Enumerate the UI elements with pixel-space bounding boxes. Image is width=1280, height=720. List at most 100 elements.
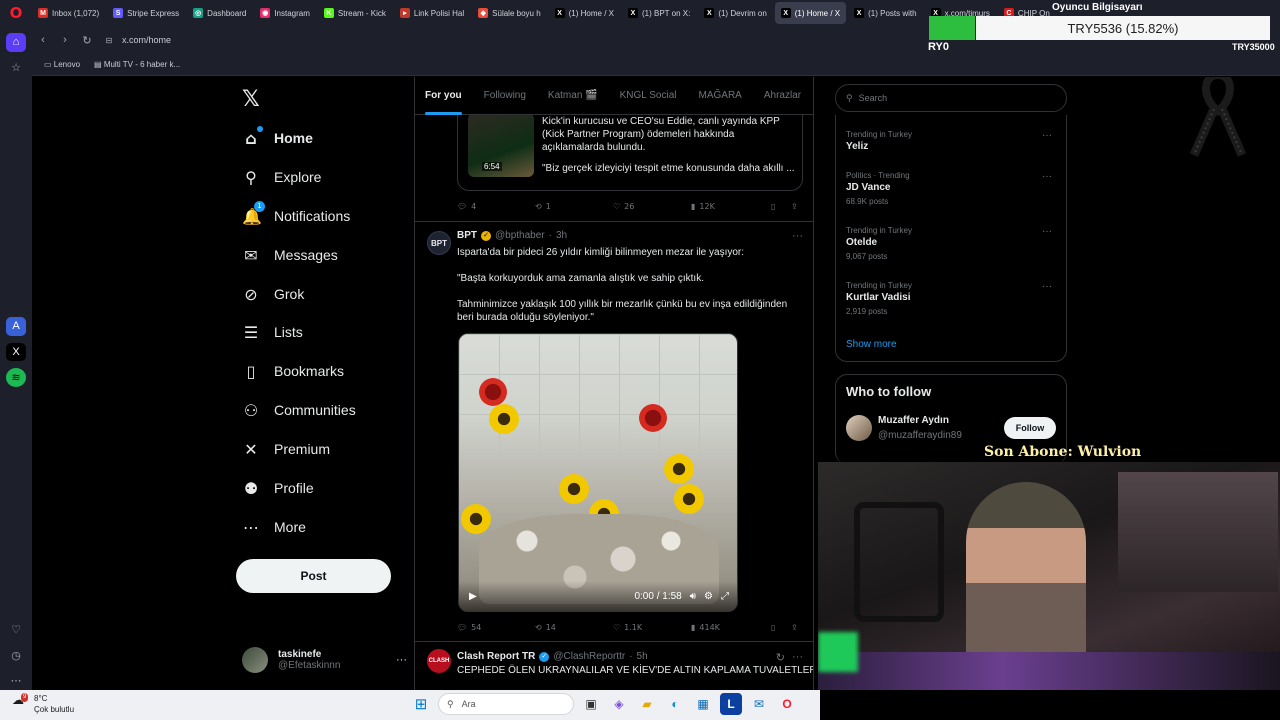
repost-button[interactable]: ⟲ 1: [535, 202, 613, 211]
follow-button[interactable]: Follow: [1004, 417, 1056, 439]
bookmark-icon[interactable]: ▯: [771, 623, 791, 632]
timeline-tab[interactable]: Ahrazlar: [764, 77, 801, 115]
edge-icon[interactable]: ◐: [664, 693, 686, 715]
aria-icon[interactable]: A: [6, 317, 26, 336]
reload-icon[interactable]: ↻: [76, 34, 98, 47]
back-icon[interactable]: ‹: [32, 34, 54, 46]
nav-item-explore[interactable]: ⚲ Explore: [242, 162, 321, 192]
repost-button[interactable]: ⟲ 14: [535, 623, 613, 632]
browser-tab[interactable]: X (1) Home / X: [549, 2, 620, 24]
opera-logo-icon[interactable]: O: [0, 0, 32, 26]
x-app-icon[interactable]: X: [6, 342, 26, 361]
nav-item-communities[interactable]: ⚇ Communities: [242, 395, 356, 425]
like-button[interactable]: ♡ 1.1K: [613, 623, 691, 632]
mail-icon[interactable]: ✉: [748, 693, 770, 715]
url-field[interactable]: x.com/home: [122, 35, 171, 45]
site-info-icon[interactable]: ⊟: [98, 36, 120, 45]
more-dots-icon[interactable]: ···: [1042, 171, 1052, 182]
search-input[interactable]: ⚲ Search: [835, 84, 1067, 112]
reply-button[interactable]: 💬︎ 4: [457, 202, 535, 211]
more-dots-icon[interactable]: ···: [792, 230, 803, 242]
browser-tab[interactable]: X (1) BPT on X:: [622, 2, 696, 24]
author-name[interactable]: Clash Report TR: [457, 651, 535, 662]
show-more-link[interactable]: Show more: [846, 339, 897, 350]
browser-tab[interactable]: K Stream - Kick: [318, 2, 392, 24]
trend-item[interactable]: Trending in Turkey Yeliz ···: [846, 130, 1058, 152]
link-card[interactable]: 6:54 Kick'in kurucusu ve CEO'su Eddie, c…: [457, 107, 803, 191]
nav-item-lists[interactable]: ☰ Lists: [242, 317, 303, 347]
lenovo-icon[interactable]: L: [720, 693, 742, 715]
file-explorer-icon[interactable]: ▰: [636, 693, 658, 715]
windows-start-icon[interactable]: ⊞: [410, 693, 432, 715]
forward-icon[interactable]: ›: [54, 34, 76, 46]
browser-tab[interactable]: X (1) Home / X: [774, 2, 847, 24]
nav-item-profile[interactable]: ⚉ Profile: [242, 473, 314, 503]
bookmark-multitv[interactable]: ▤ Multi TV - 6 haber k...: [94, 60, 180, 69]
tweet-time[interactable]: 5h: [637, 651, 648, 662]
timeline-tab[interactable]: For you: [425, 77, 462, 115]
browser-tab[interactable]: X (1) Devrim on: [698, 2, 772, 24]
play-icon[interactable]: ▶: [469, 591, 477, 602]
more-dots-icon[interactable]: ···: [396, 654, 407, 666]
author-name[interactable]: BPT: [457, 230, 477, 241]
fullscreen-icon[interactable]: ⤢: [721, 591, 729, 602]
nav-item-premium[interactable]: ✕ Premium: [242, 434, 330, 464]
timeline-tab[interactable]: Following: [484, 77, 526, 115]
avatar[interactable]: CLASH: [427, 649, 451, 673]
browser-tab[interactable]: M Inbox (1,072): [32, 2, 105, 24]
more-icon[interactable]: ⋯: [6, 672, 26, 691]
refresh-icon[interactable]: ↻: [776, 651, 785, 664]
copilot-icon[interactable]: ◈: [608, 693, 630, 715]
more-dots-icon[interactable]: ···: [1042, 226, 1052, 237]
browser-tab[interactable]: S Stripe Express: [107, 2, 185, 24]
avatar[interactable]: [846, 415, 872, 441]
trend-item[interactable]: Trending in Turkey Kurtlar Vadisi 2,919 po…: [846, 281, 1058, 316]
timeline-tab[interactable]: MAĞARA: [699, 77, 742, 115]
nav-item-messages[interactable]: ✉ Messages: [242, 240, 338, 270]
more-dots-icon[interactable]: ···: [792, 651, 803, 663]
author-handle[interactable]: @bpthaber: [495, 230, 545, 241]
post-button[interactable]: Post: [236, 559, 391, 593]
heart-icon[interactable]: ♡: [6, 621, 26, 640]
views-button[interactable]: ▮ 414K: [691, 623, 771, 632]
taskbar-search[interactable]: ⚲ Ara: [438, 693, 574, 715]
bookmark-lenovo[interactable]: ▭ Lenovo: [44, 60, 80, 69]
tweet-time[interactable]: 3h: [556, 230, 567, 241]
browser-tab[interactable]: ◆ Sülale boyu h: [472, 2, 546, 24]
x-logo-icon[interactable]: 𝕏: [242, 87, 260, 112]
trend-item[interactable]: Trending in Turkey Otelde 9,067 posts ···: [846, 226, 1058, 261]
tweet-video[interactable]: ▶ 0:00 / 1:58 🔊︎ ⚙ ⤢: [458, 333, 738, 612]
settings-icon[interactable]: ⚙: [704, 591, 713, 602]
timeline-tab[interactable]: KNGL Social: [620, 77, 677, 115]
suggested-user-name[interactable]: Muzaffer Aydın: [878, 415, 949, 426]
star-icon[interactable]: ☆: [6, 59, 26, 78]
weather-widget[interactable]: ☁ 9 8°C Çok bulutlu: [12, 693, 74, 715]
nav-item-notifications[interactable]: 🔔 1 Notifications: [242, 200, 350, 231]
trend-item[interactable]: Politics · Trending JD Vance 68.9K posts ··…: [846, 171, 1058, 206]
share-icon[interactable]: ⇪: [791, 623, 798, 632]
nav-item-bookmarks[interactable]: ▯ Bookmarks: [242, 356, 344, 386]
nav-item-more[interactable]: ⋯ More: [242, 512, 306, 542]
volume-icon[interactable]: 🔊︎: [690, 591, 696, 602]
reply-button[interactable]: 💬︎ 54: [457, 623, 535, 632]
browser-tab[interactable]: ◎ Dashboard: [187, 2, 252, 24]
nav-item-home[interactable]: ⌂ Home: [242, 123, 313, 153]
home-icon[interactable]: ⌂: [6, 33, 26, 52]
views-button[interactable]: ▮ 12K: [691, 202, 771, 211]
task-view-icon[interactable]: ▣: [580, 693, 602, 715]
browser-tab[interactable]: X (1) Posts with: [848, 2, 922, 24]
timeline-tab[interactable]: Katman 🎬: [548, 77, 598, 115]
more-dots-icon[interactable]: ···: [1042, 281, 1052, 292]
browser-tab[interactable]: ▸ Link Polisi Hal: [394, 2, 470, 24]
share-icon[interactable]: ⇪: [791, 202, 798, 211]
author-handle[interactable]: @ClashReporttr: [553, 651, 625, 662]
nav-item-grok[interactable]: ⊘ Grok: [242, 279, 304, 309]
like-button[interactable]: ♡ 26: [613, 202, 691, 211]
more-dots-icon[interactable]: ···: [1042, 130, 1052, 141]
spotify-icon[interactable]: ≋: [6, 368, 26, 387]
history-icon[interactable]: ◷: [6, 646, 26, 665]
account-switcher[interactable]: taskinefe @Efetaskinnn ···: [242, 642, 407, 678]
bookmark-icon[interactable]: ▯: [771, 202, 791, 211]
avatar[interactable]: BPT: [427, 231, 451, 255]
browser-tab[interactable]: ◉ Instagram: [254, 2, 316, 24]
